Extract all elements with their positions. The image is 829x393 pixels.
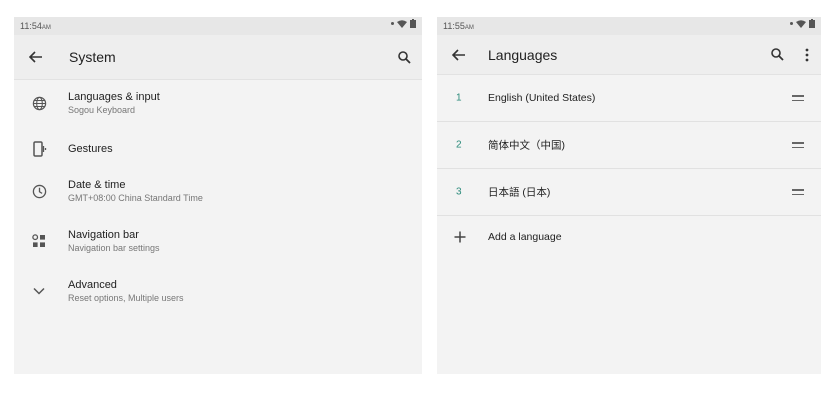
status-bar: 11:55AM	[437, 17, 821, 35]
status-time: 11:55AM	[443, 21, 474, 31]
plus-icon	[451, 228, 469, 246]
settings-item-navigation-bar[interactable]: Navigation bar Navigation bar settings	[14, 219, 422, 263]
navigation-bar-icon	[30, 232, 48, 250]
drag-handle-icon[interactable]	[792, 142, 804, 148]
wifi-icon	[397, 19, 407, 28]
settings-item-gestures[interactable]: Gestures	[14, 127, 422, 171]
language-name: 简体中文（中国)	[488, 139, 565, 152]
page-title: System	[69, 49, 116, 65]
item-subtitle: Reset options, Multiple users	[68, 293, 184, 303]
languages-screen: 11:55AM Languages 1 English (United Stat…	[437, 17, 821, 374]
status-time: 11:54AM	[20, 21, 51, 31]
status-bar: 11:54AM	[14, 17, 422, 35]
notification-dot-icon	[790, 22, 793, 25]
status-icons	[391, 19, 416, 28]
language-number: 1	[456, 92, 462, 104]
clock-icon	[30, 182, 48, 200]
item-title: Languages & input	[68, 91, 160, 103]
arrow-back-icon[interactable]	[26, 47, 46, 67]
wifi-icon	[796, 19, 806, 28]
language-row[interactable]: 1 English (United States)	[437, 75, 821, 122]
arrow-back-icon[interactable]	[449, 45, 469, 65]
add-language-button[interactable]: Add a language	[437, 214, 821, 260]
settings-item-languages-input[interactable]: Languages & input Sogou Keyboard	[14, 81, 422, 125]
item-title: Date & time	[68, 179, 126, 191]
language-number: 2	[456, 139, 462, 151]
drag-handle-icon[interactable]	[792, 189, 804, 195]
language-name: English (United States)	[488, 92, 596, 104]
page-title: Languages	[488, 46, 558, 63]
item-title: Navigation bar	[68, 229, 139, 241]
chevron-down-icon	[30, 282, 48, 300]
language-row[interactable]: 2 简体中文（中国)	[437, 122, 821, 169]
settings-item-advanced[interactable]: Advanced Reset options, Multiple users	[14, 269, 422, 313]
drag-handle-icon[interactable]	[792, 95, 804, 101]
search-icon[interactable]	[767, 45, 787, 65]
add-language-label: Add a language	[488, 231, 562, 243]
status-icons	[790, 19, 815, 28]
item-subtitle: Sogou Keyboard	[68, 105, 136, 115]
battery-icon	[809, 19, 815, 28]
globe-icon	[30, 94, 48, 112]
language-name: 日本語 (日本)	[488, 186, 551, 199]
phone-gesture-icon	[30, 140, 48, 158]
app-bar: Languages	[437, 35, 821, 75]
item-title: Gestures	[68, 143, 113, 155]
settings-item-date-time[interactable]: Date & time GMT+08:00 China Standard Tim…	[14, 169, 422, 213]
app-bar: System	[14, 35, 422, 80]
item-subtitle: Navigation bar settings	[68, 243, 160, 253]
system-settings-screen: 11:54AM System Languages & input Sogou K…	[14, 17, 422, 374]
battery-icon	[410, 19, 416, 28]
item-title: Advanced	[68, 279, 117, 291]
language-row[interactable]: 3 日本語 (日本)	[437, 169, 821, 216]
more-vert-icon[interactable]	[799, 45, 815, 65]
language-number: 3	[456, 186, 462, 198]
notification-dot-icon	[391, 22, 394, 25]
search-icon[interactable]	[394, 47, 414, 67]
item-subtitle: GMT+08:00 China Standard Time	[68, 193, 203, 203]
